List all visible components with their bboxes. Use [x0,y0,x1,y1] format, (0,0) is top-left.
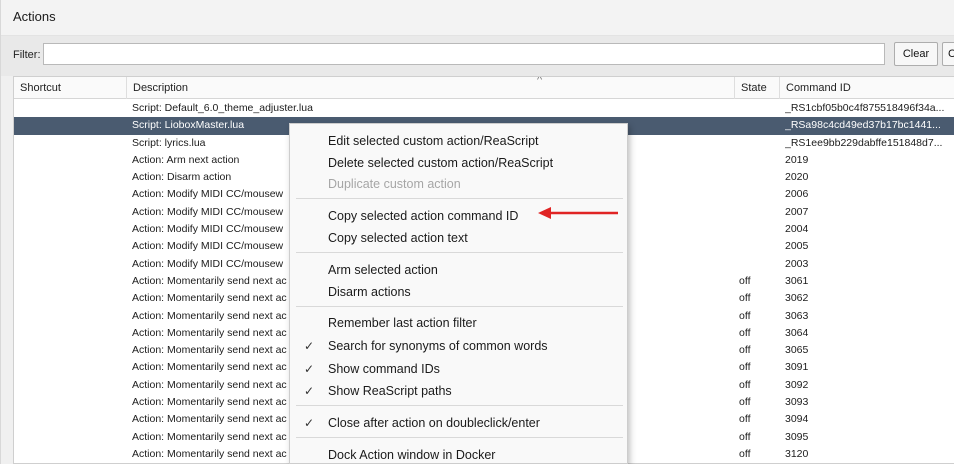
row-state: off [739,326,751,339]
menu-separator [296,306,623,307]
row-description: Script: Default_6.0_theme_adjuster.lua [132,102,313,114]
row-command-id: 3095 [785,430,809,443]
row-command-id: 3062 [785,292,809,305]
menu-item[interactable]: ✓ Search for synonyms of common words [290,335,627,357]
row-command-id: 2019 [785,153,809,166]
menu-item-label: Search for synonyms of common words [328,339,548,353]
row-state: off [739,292,751,305]
checkmark-icon: ✓ [304,339,315,353]
menu-item: Duplicate custom action [290,173,627,195]
row-command-id: 3061 [785,274,809,287]
column-header-description[interactable]: Description ^ [127,77,735,99]
menu-item[interactable]: Delete selected custom action/ReaScript [290,152,627,174]
menu-item-label: Arm selected action [328,263,438,277]
row-command-id: 2003 [785,257,809,270]
checkmark-icon: ✓ [304,416,315,430]
column-header-state[interactable]: State [735,77,780,99]
row-command-id: 3094 [785,413,809,426]
row-state: off [739,413,751,426]
menu-item-label: Close after action on doubleclick/enter [328,416,540,430]
sort-caret-icon: ^ [537,76,543,86]
filter-input[interactable] [43,43,885,65]
menu-item[interactable]: Dock Action window in Docker [290,444,627,464]
close-button[interactable]: C [942,42,954,66]
checkmark-icon: ✓ [304,362,315,376]
row-command-id: 3064 [785,326,809,339]
menu-item-label: Delete selected custom action/ReaScript [328,156,554,170]
menu-item-label: Duplicate custom action [328,177,461,191]
row-state: off [739,430,751,443]
row-command-id: 2007 [785,205,809,218]
row-state [739,100,779,117]
row-state [739,256,779,273]
row-command-id: 2005 [785,240,809,253]
row-command-id: _RSa98c4cd49ed37b17bc1441... [785,119,941,132]
menu-item-label: Edit selected custom action/ReaScript [328,134,539,148]
menu-item[interactable]: ✓ Show ReaScript paths [290,380,627,402]
clear-button[interactable]: Clear [894,42,938,66]
menu-separator [296,198,623,199]
row-command-id: 2006 [785,188,809,201]
menu-item[interactable]: Arm selected action [290,259,627,281]
menu-item[interactable]: ✓ Close after action on doubleclick/enter [290,412,627,434]
row-state [739,221,779,238]
title-bar: Actions [1,0,954,36]
row-state: off [739,274,751,287]
window-title: Actions [13,9,56,24]
row-command-id: 2004 [785,223,809,236]
menu-item-label: Dock Action window in Docker [328,448,496,462]
row-command-id: 3063 [785,309,809,322]
menu-item[interactable]: Copy selected action text [290,227,627,249]
menu-item-label: Remember last action filter [328,316,477,330]
menu-separator [296,437,623,438]
row-command-id: _RS1cbf05b0c4f875518496f34a... [785,102,945,114]
column-header-description-label: Description [133,82,189,94]
row-state [739,152,779,169]
checkmark-icon: ✓ [304,384,315,398]
row-state: off [739,309,751,322]
menu-separator [296,405,623,406]
row-state [739,204,779,221]
red-arrow-icon [538,207,618,219]
row-state: off [739,396,751,409]
menu-item[interactable]: ✓ Show command IDs [290,358,627,380]
row-state [739,238,779,255]
row-state [739,186,779,203]
row-command-id: 2020 [785,171,809,184]
table-row[interactable]: Script: Default_6.0_theme_adjuster.lua _R… [14,100,954,117]
menu-item-label: Show ReaScript paths [328,384,452,398]
column-header-command-id[interactable]: Command ID [780,77,954,99]
row-command-id: 3092 [785,378,809,391]
row-state [739,135,779,152]
row-state [739,117,779,134]
menu-item-label: Show command IDs [328,362,440,376]
context-menu: Edit selected custom action/ReaScript Del… [289,123,628,464]
row-state: off [739,447,751,460]
menu-item-label: Copy selected action command ID [328,209,519,223]
row-command-id: 3091 [785,361,809,374]
row-command-id: 3093 [785,396,809,409]
menu-item[interactable]: Remember last action filter [290,312,627,334]
row-command-id: 3120 [785,447,809,460]
row-command-id: _RS1ee9bb229dabffe151848d7... [785,136,943,149]
menu-item-label: Disarm actions [328,285,411,299]
actions-window: Actions Filter: Clear C Shortcut Descrip… [0,0,954,464]
row-command-id: 3065 [785,344,809,357]
menu-separator [296,252,623,253]
filter-bar: Filter: Clear C [1,36,954,76]
row-state: off [739,344,751,357]
menu-item-label: Copy selected action text [328,231,468,245]
row-state: off [739,378,751,391]
table-header: Shortcut Description ^ State Command ID [14,77,954,99]
row-state [739,169,779,186]
row-state: off [739,361,751,374]
filter-label: Filter: [13,49,41,61]
menu-item[interactable]: Edit selected custom action/ReaScript [290,130,627,152]
menu-item[interactable]: Disarm actions [290,281,627,303]
column-header-shortcut[interactable]: Shortcut [14,77,127,99]
